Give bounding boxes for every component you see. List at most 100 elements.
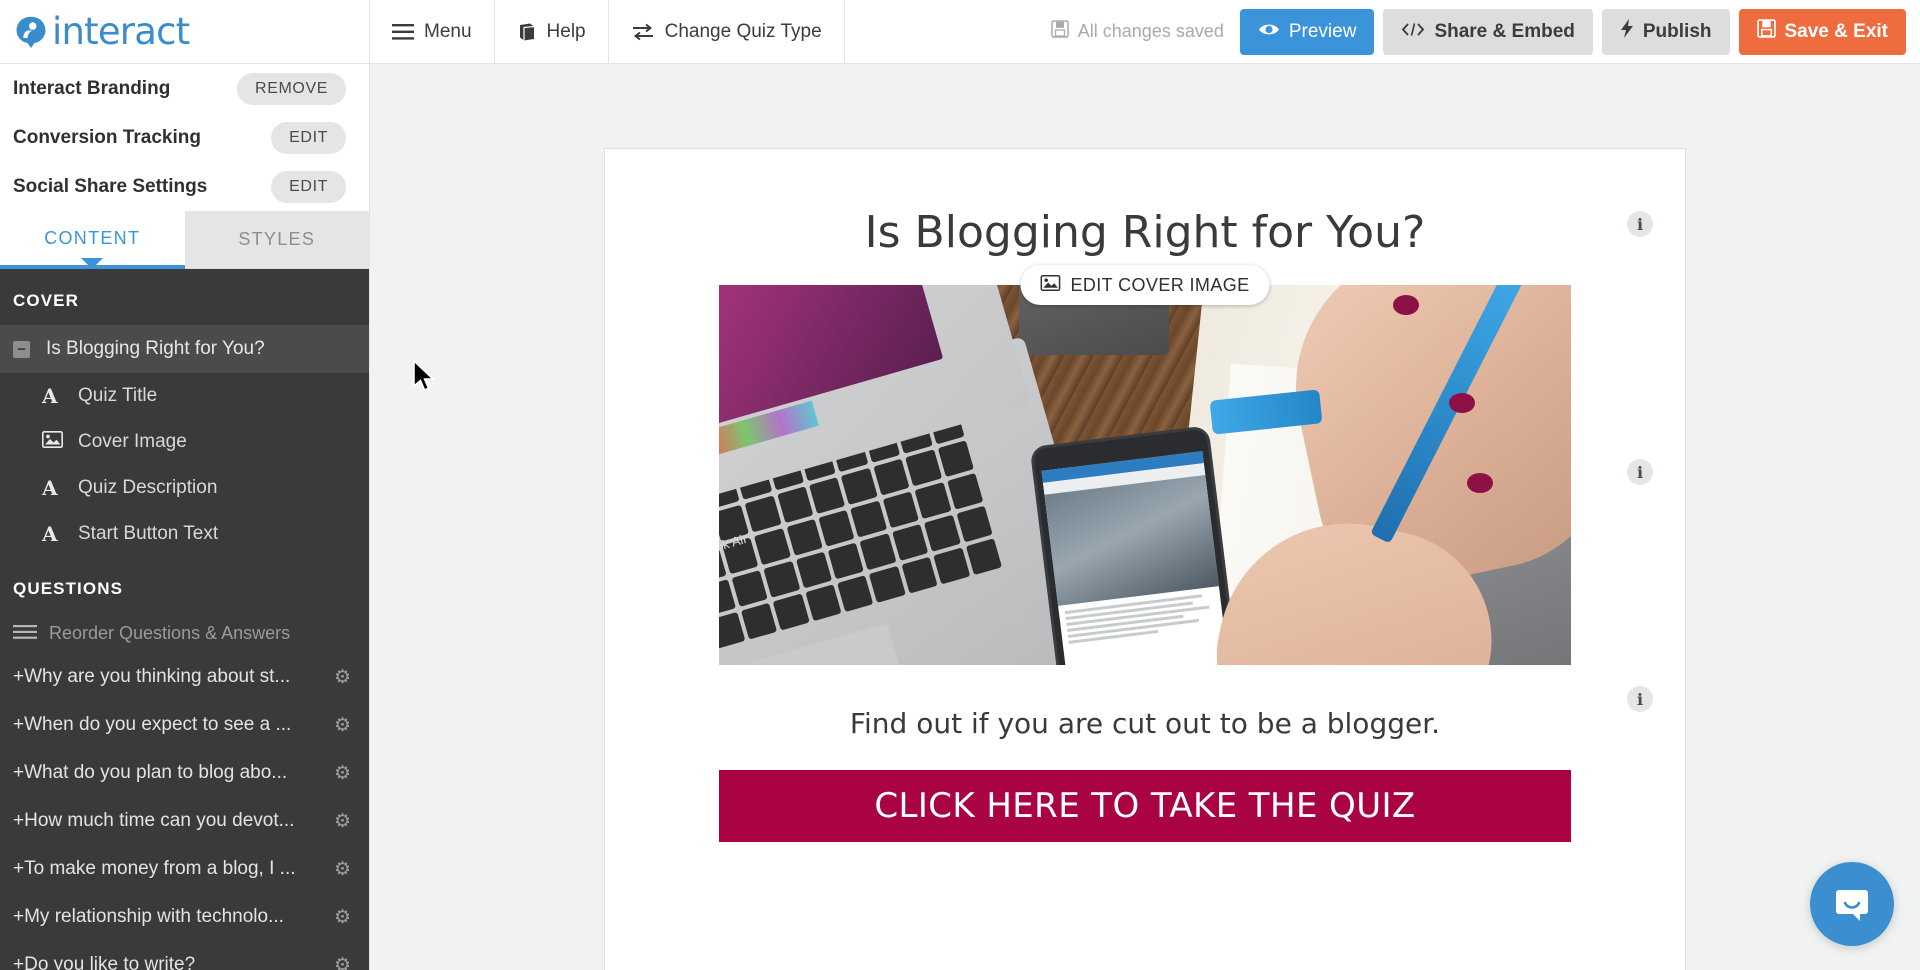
sidebar-item-label: Quiz Description: [78, 477, 218, 498]
image-icon: [1040, 274, 1061, 296]
swap-arrows-icon: [631, 23, 655, 41]
nail: [1449, 393, 1475, 413]
gear-icon[interactable]: ⚙: [334, 762, 351, 785]
preview-label: Preview: [1288, 20, 1357, 42]
question-label: To make money from a blog, I ...: [24, 858, 296, 879]
sidebar-item-cover-image[interactable]: Cover Image: [0, 419, 369, 465]
book-icon: [517, 22, 537, 42]
section-header-questions: QUESTIONS: [13, 579, 124, 598]
setting-label: Social Share Settings: [13, 175, 208, 197]
save-status: All changes saved: [1051, 20, 1224, 43]
expand-plus-icon[interactable]: +: [13, 714, 24, 736]
info-icon-title[interactable]: i: [1627, 211, 1653, 237]
sidebar-item-cover-quiz[interactable]: − Is Blogging Right for You?: [0, 325, 369, 373]
share-embed-button[interactable]: Share & Embed: [1383, 8, 1593, 55]
conversion-tracking-edit-button[interactable]: EDIT: [271, 121, 346, 154]
tab-content[interactable]: CONTENT: [0, 211, 185, 269]
floppy-disk-icon: [1756, 19, 1776, 44]
sidebar-question-item[interactable]: + How much time can you devot... ⚙: [0, 797, 369, 845]
collapse-minus-icon[interactable]: −: [13, 340, 30, 358]
expand-plus-icon[interactable]: +: [13, 666, 24, 688]
nail: [1393, 295, 1419, 315]
brand-name: interact: [52, 10, 190, 53]
reorder-handle-icon: [13, 622, 49, 645]
sidebar-question-item[interactable]: + My relationship with technolo... ⚙: [0, 893, 369, 941]
interact-logo-icon: [16, 16, 46, 48]
publish-label: Publish: [1642, 20, 1712, 42]
question-label: Do you like to write?: [24, 954, 196, 970]
sidebar-item-label: Is Blogging Right for You?: [46, 338, 265, 359]
sidebar-nav-pane: COVER − Is Blogging Right for You? A Qui…: [0, 269, 369, 970]
sidebar-item-quiz-description[interactable]: A Quiz Description: [0, 465, 369, 511]
publish-button[interactable]: Publish: [1601, 8, 1730, 55]
image-icon: [42, 430, 78, 454]
quiz-cover-card: Is Blogging Right for You? ok Air EDIT C…: [604, 148, 1686, 970]
setting-label: Conversion Tracking: [13, 126, 201, 148]
gear-icon[interactable]: ⚙: [334, 810, 351, 833]
sidebar-question-item[interactable]: + Why are you thinking about st... ⚙: [0, 653, 369, 701]
cover-image-area: ok Air EDIT COVER IMAGE: [605, 265, 1685, 665]
help-button[interactable]: Help: [495, 0, 609, 64]
preview-button[interactable]: Preview: [1239, 8, 1375, 55]
eye-icon: [1258, 21, 1280, 43]
question-label: Why are you thinking about st...: [24, 666, 291, 687]
reorder-label: Reorder Questions & Answers: [49, 622, 291, 643]
intercom-chat-button[interactable]: [1810, 862, 1894, 946]
sidebar: Interact Branding REMOVE Conversion Trac…: [0, 64, 370, 970]
sidebar-item-label: Cover Image: [78, 431, 187, 452]
change-quiz-type-label: Change Quiz Type: [664, 20, 822, 42]
expand-plus-icon[interactable]: +: [13, 954, 24, 970]
edit-cover-image-label: EDIT COVER IMAGE: [1070, 274, 1250, 295]
menu-label: Menu: [424, 20, 472, 42]
sidebar-question-item[interactable]: + When do you expect to see a ... ⚙: [0, 701, 369, 749]
text-icon: A: [42, 522, 58, 546]
sidebar-item-quiz-title[interactable]: A Quiz Title: [0, 373, 369, 419]
expand-plus-icon[interactable]: +: [13, 762, 24, 784]
sidebar-item-label: Quiz Title: [78, 385, 158, 406]
question-label: When do you expect to see a ...: [24, 714, 292, 735]
quiz-description[interactable]: Find out if you are cut out to be a blog…: [605, 707, 1685, 740]
nail: [1467, 473, 1493, 493]
sidebar-item-start-button-text[interactable]: A Start Button Text: [0, 511, 369, 557]
edit-cover-image-button[interactable]: EDIT COVER IMAGE: [1020, 265, 1270, 305]
hamburger-icon: [392, 23, 414, 40]
text-icon: A: [42, 384, 58, 408]
reorder-questions-button[interactable]: Reorder Questions & Answers: [0, 613, 369, 653]
gear-icon[interactable]: ⚙: [334, 666, 351, 689]
info-icon-description[interactable]: i: [1627, 686, 1653, 712]
info-icon-cover-image[interactable]: i: [1627, 459, 1653, 485]
question-label: How much time can you devot...: [24, 810, 295, 831]
setting-row-interact-branding: Interact Branding REMOVE: [0, 64, 369, 113]
interact-branding-remove-button[interactable]: REMOVE: [237, 72, 346, 105]
setting-label: Interact Branding: [13, 77, 171, 99]
phone-screen: ⌂⚲▣◉☻: [1041, 451, 1236, 665]
brand-logo[interactable]: interact: [0, 0, 370, 64]
gear-icon[interactable]: ⚙: [334, 858, 351, 881]
sidebar-question-item[interactable]: + Do you like to write? ⚙: [0, 941, 369, 970]
section-header-cover: COVER: [13, 291, 79, 310]
expand-plus-icon[interactable]: +: [13, 906, 24, 928]
tab-styles[interactable]: STYLES: [184, 211, 369, 269]
change-quiz-type-button[interactable]: Change Quiz Type: [609, 0, 845, 64]
chat-bubble-smiley-icon: [1836, 890, 1868, 921]
gear-icon[interactable]: ⚙: [334, 714, 351, 737]
save-exit-button[interactable]: Save & Exit: [1738, 8, 1906, 55]
setting-row-social-share-settings: Social Share Settings EDIT: [0, 162, 369, 211]
help-label: Help: [546, 20, 586, 42]
gear-icon[interactable]: ⚙: [334, 954, 351, 970]
sidebar-item-label: Start Button Text: [78, 523, 219, 544]
sidebar-question-item[interactable]: + What do you plan to blog abo... ⚙: [0, 749, 369, 797]
save-exit-label: Save & Exit: [1784, 20, 1889, 42]
share-embed-label: Share & Embed: [1434, 20, 1575, 42]
floppy-disk-icon: [1051, 20, 1069, 43]
cover-image[interactable]: ok Air: [719, 285, 1571, 665]
gear-icon[interactable]: ⚙: [334, 906, 351, 929]
setting-row-conversion-tracking: Conversion Tracking EDIT: [0, 113, 369, 162]
take-quiz-button[interactable]: CLICK HERE TO TAKE THE QUIZ: [719, 770, 1571, 842]
sidebar-question-item[interactable]: + To make money from a blog, I ... ⚙: [0, 845, 369, 893]
expand-plus-icon[interactable]: +: [13, 810, 24, 832]
expand-plus-icon[interactable]: +: [13, 858, 24, 880]
page-title[interactable]: Is Blogging Right for You?: [605, 149, 1685, 258]
social-share-settings-edit-button[interactable]: EDIT: [271, 170, 346, 203]
menu-button[interactable]: Menu: [370, 0, 495, 64]
